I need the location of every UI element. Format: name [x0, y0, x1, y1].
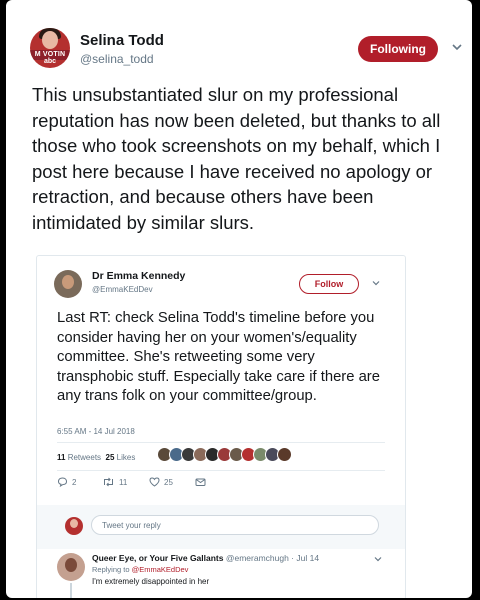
divider [57, 470, 385, 471]
avatar-face [42, 31, 58, 49]
reply-input: Tweet your reply [91, 515, 379, 535]
reply-handle-time: @emeramchugh · Jul 14 [225, 553, 320, 563]
reply-count: 2 [72, 477, 77, 487]
embedded-author-name: Dr Emma Kennedy [92, 270, 186, 282]
reply-action: 2 [57, 477, 76, 487]
embedded-stats: 11 Retweets 25 Likes [57, 453, 135, 462]
divider [57, 442, 385, 443]
reply-author-avatar [57, 553, 85, 581]
retweets-count: 11 [57, 453, 66, 462]
embedded-chevron-down-icon [372, 281, 380, 286]
tweet-header: M VOTIN abc Selina Todd @selina_todd Fol… [30, 28, 462, 72]
reply-composer: Tweet your reply [37, 505, 405, 549]
replying-to: Replying to @EmmaKEdDev [92, 565, 188, 574]
embedded-tweet-text: Last RT: check Selina Todd's timeline be… [57, 310, 380, 404]
reply-avatar [65, 517, 83, 535]
like-count: 25 [164, 477, 173, 487]
reply-author-name: Queer Eye, or Your Five Gallants [92, 553, 224, 563]
embedded-avatar [54, 270, 82, 298]
embedded-timestamp: 6:55 AM - 14 Jul 2018 [57, 427, 135, 436]
likes-label: Likes [116, 453, 136, 462]
tweet-card: M VOTIN abc Selina Todd @selina_todd Fol… [6, 0, 472, 598]
tweet-text: This unsubstantiated slur on my professi… [32, 84, 441, 233]
replying-prefix: Replying to [92, 565, 130, 574]
like-action: 25 [149, 477, 173, 487]
replying-handle: @EmmaKEdDev [131, 565, 189, 574]
liker-avatar [277, 447, 292, 462]
retweets-label: Retweets [67, 453, 102, 462]
chevron-down-icon[interactable] [450, 40, 464, 54]
dm-action [195, 477, 206, 487]
embedded-actions: 2 11 25 [57, 477, 257, 493]
retweet-count: 11 [119, 477, 128, 487]
author-name[interactable]: Selina Todd [80, 32, 164, 49]
reply-author: Queer Eye, or Your Five Gallants @emeram… [92, 553, 319, 563]
author-handle[interactable]: @selina_todd [80, 52, 154, 66]
following-button[interactable]: Following [358, 36, 438, 62]
reply-chevron-down-icon [374, 557, 382, 562]
reply-icon [57, 477, 68, 487]
heart-icon [149, 477, 160, 487]
thread-line [70, 583, 72, 598]
reply-text: I'm extremely disappointed in her [92, 577, 210, 586]
retweet-icon [104, 477, 113, 487]
embedded-follow-button: Follow [299, 274, 359, 294]
avatar[interactable]: M VOTIN abc [30, 28, 70, 68]
retweet-action: 11 [102, 477, 127, 487]
likes-count: 25 [105, 453, 115, 462]
embedded-author-handle: @EmmaKEdDev [92, 285, 153, 294]
embedded-screenshot: Dr Emma Kennedy @EmmaKEdDev Follow Last … [36, 255, 406, 598]
avatar-badge-text-2: abc [44, 58, 57, 65]
mail-icon [195, 478, 206, 486]
